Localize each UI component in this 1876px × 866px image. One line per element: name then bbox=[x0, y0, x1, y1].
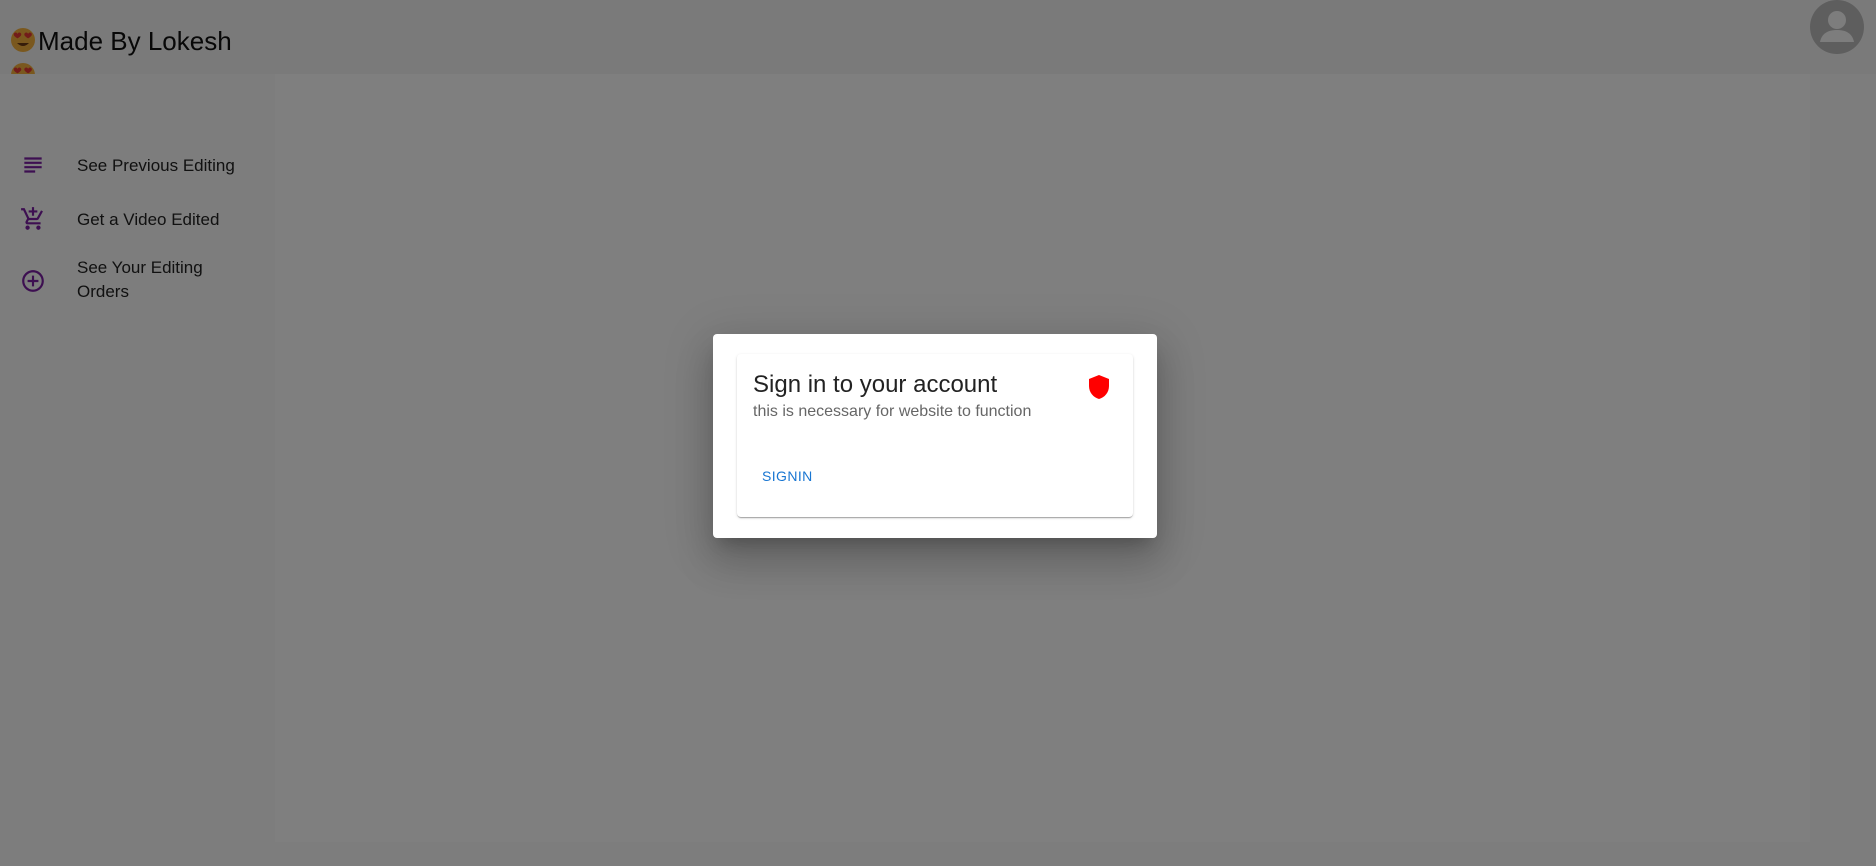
signin-dialog: Sign in to your account this is necessar… bbox=[713, 334, 1157, 538]
dialog-subtitle: this is necessary for website to functio… bbox=[753, 403, 1032, 420]
dialog-title: Sign in to your account bbox=[753, 371, 998, 398]
signin-button[interactable]: SIGNIN bbox=[753, 462, 822, 490]
signin-card: Sign in to your account this is necessar… bbox=[737, 354, 1133, 517]
shield-icon bbox=[1087, 374, 1111, 400]
page: Made By Lokesh See Previous E bbox=[0, 0, 1876, 866]
